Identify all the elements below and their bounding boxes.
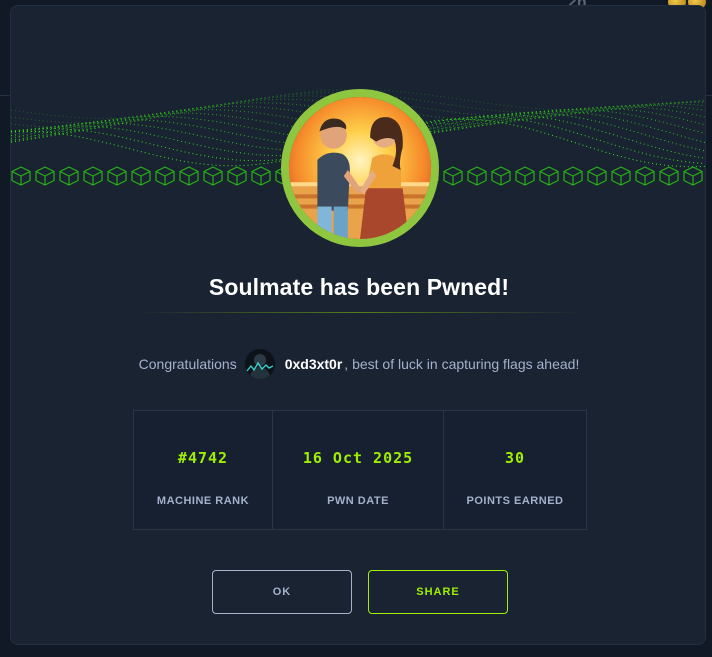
machine-avatar bbox=[281, 89, 439, 247]
stat-label: POINTS EARNED bbox=[466, 495, 564, 507]
username-link[interactable]: 0xd3xt0r bbox=[285, 356, 343, 372]
stat-value: 16 Oct 2025 bbox=[302, 449, 414, 467]
stat-value: 30 bbox=[504, 449, 526, 467]
user-avatar[interactable] bbox=[244, 349, 275, 379]
user-avatar-icon bbox=[244, 349, 275, 379]
congrats-suffix: , best of luck in capturing flags ahead! bbox=[344, 356, 580, 372]
congrats-prefix: Congratulations bbox=[138, 356, 237, 372]
stat-pwn-date: 16 Oct 2025 PWN DATE bbox=[273, 411, 444, 529]
stat-label: MACHINE RANK bbox=[156, 495, 250, 507]
congrats-line: Congratulations 0xd3xt0r , best of luck … bbox=[11, 346, 705, 382]
stats-panel: #4742 MACHINE RANK 16 Oct 2025 PWN DATE … bbox=[133, 410, 587, 530]
pwned-modal: Soulmate has been Pwned! Congratulations… bbox=[10, 5, 706, 645]
page-title: Soulmate has been Pwned! bbox=[208, 274, 510, 300]
machine-avatar-icon bbox=[289, 97, 431, 239]
ok-button[interactable]: OK bbox=[212, 570, 352, 614]
stat-machine-rank: #4742 MACHINE RANK bbox=[134, 411, 273, 529]
stat-value: #4742 bbox=[177, 449, 229, 467]
stat-points-earned: 30 POINTS EARNED bbox=[444, 411, 586, 529]
title-divider bbox=[136, 312, 582, 313]
share-button[interactable]: SHARE bbox=[368, 570, 508, 614]
stat-label: PWN DATE bbox=[327, 495, 389, 507]
